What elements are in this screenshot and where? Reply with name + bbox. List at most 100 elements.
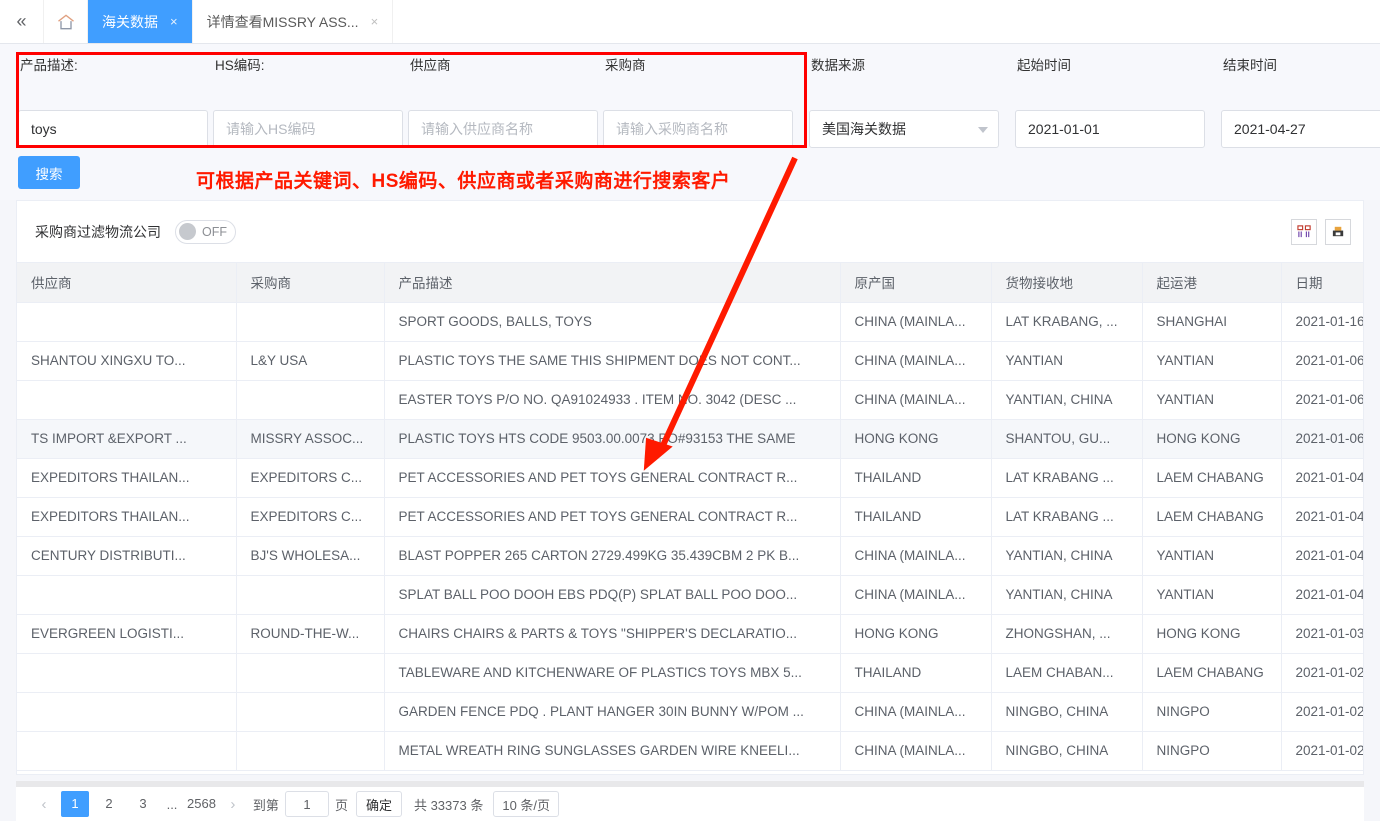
table-row[interactable]: SHANTOU XINGXU TO... L&Y USA PLASTIC TOYS … xyxy=(17,341,1363,381)
cell-origin-country: CHINA (MAINLA... xyxy=(840,302,992,342)
export-button[interactable] xyxy=(1325,218,1351,245)
cell-origin-country: CHINA (MAINLA... xyxy=(840,692,992,732)
start-date-input[interactable] xyxy=(1015,110,1205,148)
table-row[interactable]: EVERGREEN LOGISTI... ROUND-THE-W... CHAIRS… xyxy=(17,614,1363,654)
toolbar-icon-group xyxy=(1291,218,1351,245)
table-row[interactable]: EASTER TOYS P/O NO. QA91024933 . ITEM NO… xyxy=(17,380,1363,420)
prev-page-button[interactable]: ‹ xyxy=(30,796,58,813)
cell-date: 2021-01-06 xyxy=(1281,380,1363,420)
cell-origin-country: CHINA (MAINLA... xyxy=(840,341,992,381)
cell-product-desc[interactable]: PLASTIC TOYS HTS CODE 9503.00.0073 PO#93… xyxy=(384,419,841,459)
cell-product-desc[interactable]: SPLAT BALL POO DOOH EBS PDQ(P) SPLAT BAL… xyxy=(384,575,841,615)
cell-product-desc[interactable]: PLASTIC TOYS THE SAME THIS SHIPMENT DOES… xyxy=(384,341,841,381)
cell-supplier[interactable]: TS IMPORT &EXPORT ... xyxy=(17,419,237,459)
cell-origin-country: CHINA (MAINLA... xyxy=(840,575,992,615)
close-icon[interactable]: × xyxy=(170,14,178,29)
cell-buyer xyxy=(236,575,385,615)
cell-receipt-place: LAT KRABANG, ... xyxy=(991,302,1143,342)
cell-product-desc[interactable]: CHAIRS CHAIRS & PARTS & TOYS "SHIPPER'S … xyxy=(384,614,841,654)
cell-buyer[interactable]: ROUND-THE-W... xyxy=(236,614,385,654)
results-table: 供应商 采购商 产品描述 原产国 货物接收地 起运港 日期 SPORT GOOD… xyxy=(17,263,1363,771)
tab-detail-view[interactable]: 详情查看MISSRY ASS... × xyxy=(193,0,394,43)
cell-product-desc[interactable]: SPORT GOODS, BALLS, TOYS xyxy=(384,302,841,342)
cell-supplier[interactable]: CENTURY DISTRIBUTI... xyxy=(17,536,237,576)
logistics-filter-toggle[interactable]: OFF xyxy=(175,219,236,244)
column-header-buyer[interactable]: 采购商 xyxy=(236,263,385,303)
column-header-product-desc[interactable]: 产品描述 xyxy=(384,263,841,303)
total-count-label: 共 33373 条 xyxy=(413,797,484,813)
cell-supplier[interactable]: SHANTOU XINGXU TO... xyxy=(17,341,237,381)
cell-buyer xyxy=(236,692,385,732)
cell-supplier[interactable]: EXPEDITORS THAILAN... xyxy=(17,497,237,537)
columns-settings-button[interactable] xyxy=(1291,218,1317,245)
cell-product-desc[interactable]: METAL WREATH RING SUNGLASSES GARDEN WIRE… xyxy=(384,731,841,771)
cell-product-desc[interactable]: PET ACCESSORIES AND PET TOYS GENERAL CON… xyxy=(384,497,841,537)
product-desc-input[interactable] xyxy=(18,110,208,148)
column-header-departure-port[interactable]: 起运港 xyxy=(1142,263,1282,303)
cell-date: 2021-01-16 xyxy=(1281,302,1363,342)
cell-buyer[interactable]: MISSRY ASSOC... xyxy=(236,419,385,459)
end-date-input[interactable] xyxy=(1221,110,1380,148)
cell-supplier xyxy=(17,731,237,771)
cell-buyer xyxy=(236,302,385,342)
jump-confirm-button[interactable]: 确定 xyxy=(355,791,402,817)
table-row[interactable]: EXPEDITORS THAILAN... EXPEDITORS C... PET … xyxy=(17,458,1363,498)
close-icon[interactable]: × xyxy=(371,14,379,29)
cell-product-desc[interactable]: PET ACCESSORIES AND PET TOYS GENERAL CON… xyxy=(384,458,841,498)
buyer-input[interactable] xyxy=(603,110,793,148)
column-header-date[interactable]: 日期 xyxy=(1281,263,1363,303)
toggle-state-label: OFF xyxy=(202,224,227,239)
cell-product-desc[interactable]: EASTER TOYS P/O NO. QA91024933 . ITEM NO… xyxy=(384,380,841,420)
cell-receipt-place: ZHONGSHAN, ... xyxy=(991,614,1143,654)
next-page-button[interactable]: › xyxy=(219,796,247,813)
cell-product-desc[interactable]: TABLEWARE AND KITCHENWARE OF PLASTICS TO… xyxy=(384,653,841,693)
cell-date: 2021-01-06 xyxy=(1281,419,1363,459)
field-label: 产品描述: xyxy=(20,58,78,73)
page-button-2[interactable]: 2 xyxy=(95,791,123,817)
field-end-date: 结束时间 xyxy=(1221,54,1380,148)
cell-product-desc[interactable]: BLAST POPPER 265 CARTON 2729.499KG 35.43… xyxy=(384,536,841,576)
cell-origin-country: THAILAND xyxy=(840,653,992,693)
column-header-origin-country[interactable]: 原产国 xyxy=(840,263,992,303)
collapse-sidebar-button[interactable]: « xyxy=(0,0,44,43)
table-row[interactable]: EXPEDITORS THAILAN... EXPEDITORS C... PET … xyxy=(17,497,1363,537)
table-row[interactable]: TABLEWARE AND KITCHENWARE OF PLASTICS TO… xyxy=(17,653,1363,693)
page-button-last[interactable]: 2568 xyxy=(187,791,216,817)
page-button-1[interactable]: 1 xyxy=(61,791,89,817)
cell-buyer[interactable]: EXPEDITORS C... xyxy=(236,458,385,498)
table-header-row: 供应商 采购商 产品描述 原产国 货物接收地 起运港 日期 xyxy=(17,263,1363,303)
table-row[interactable]: SPORT GOODS, BALLS, TOYS CHINA (MAINLA...… xyxy=(17,302,1363,342)
table-row[interactable]: CENTURY DISTRIBUTI... BJ'S WHOLESA... BLAS… xyxy=(17,536,1363,576)
page-size-select[interactable]: 10 条/页 xyxy=(493,791,560,817)
cell-receipt-place: LAT KRABANG ... xyxy=(991,458,1143,498)
cell-supplier[interactable]: EXPEDITORS THAILAN... xyxy=(17,458,237,498)
cell-buyer xyxy=(236,653,385,693)
data-source-select[interactable]: 美国海关数据 xyxy=(809,110,999,148)
table-row[interactable]: SPLAT BALL POO DOOH EBS PDQ(P) SPLAT BAL… xyxy=(17,575,1363,615)
cell-departure-port: HONG KONG xyxy=(1142,614,1282,654)
hs-code-input[interactable] xyxy=(213,110,403,148)
field-label: 供应商 xyxy=(410,58,451,73)
tab-customs-data[interactable]: 海关数据 × xyxy=(88,0,193,43)
home-button[interactable] xyxy=(44,0,88,43)
page-button-3[interactable]: 3 xyxy=(129,791,157,817)
field-buyer: 采购商 xyxy=(603,54,793,148)
cell-origin-country: THAILAND xyxy=(840,458,992,498)
cell-receipt-place: NINGBO, CHINA xyxy=(991,692,1143,732)
cell-buyer xyxy=(236,731,385,771)
jump-page-input[interactable] xyxy=(284,791,329,817)
pagination-bar: ‹ 1 2 3 ... 2568 › 到第 页 确定 共 33373 条 10 … xyxy=(16,787,1364,821)
cell-departure-port: LAEM CHABANG xyxy=(1142,497,1282,537)
cell-buyer[interactable]: BJ'S WHOLESA... xyxy=(236,536,385,576)
cell-buyer[interactable]: L&Y USA xyxy=(236,341,385,381)
column-header-supplier[interactable]: 供应商 xyxy=(17,263,237,303)
column-header-receipt-place[interactable]: 货物接收地 xyxy=(991,263,1143,303)
table-row[interactable]: TS IMPORT &EXPORT ... MISSRY ASSOC... PLAS… xyxy=(17,419,1363,459)
cell-supplier[interactable]: EVERGREEN LOGISTI... xyxy=(17,614,237,654)
cell-product-desc[interactable]: GARDEN FENCE PDQ . PLANT HANGER 30IN BUN… xyxy=(384,692,841,732)
supplier-input[interactable] xyxy=(408,110,598,148)
cell-buyer[interactable]: EXPEDITORS C... xyxy=(236,497,385,537)
table-row[interactable]: METAL WREATH RING SUNGLASSES GARDEN WIRE… xyxy=(17,731,1363,771)
table-row[interactable]: GARDEN FENCE PDQ . PLANT HANGER 30IN BUN… xyxy=(17,692,1363,732)
search-button[interactable]: 搜索 xyxy=(18,156,80,189)
